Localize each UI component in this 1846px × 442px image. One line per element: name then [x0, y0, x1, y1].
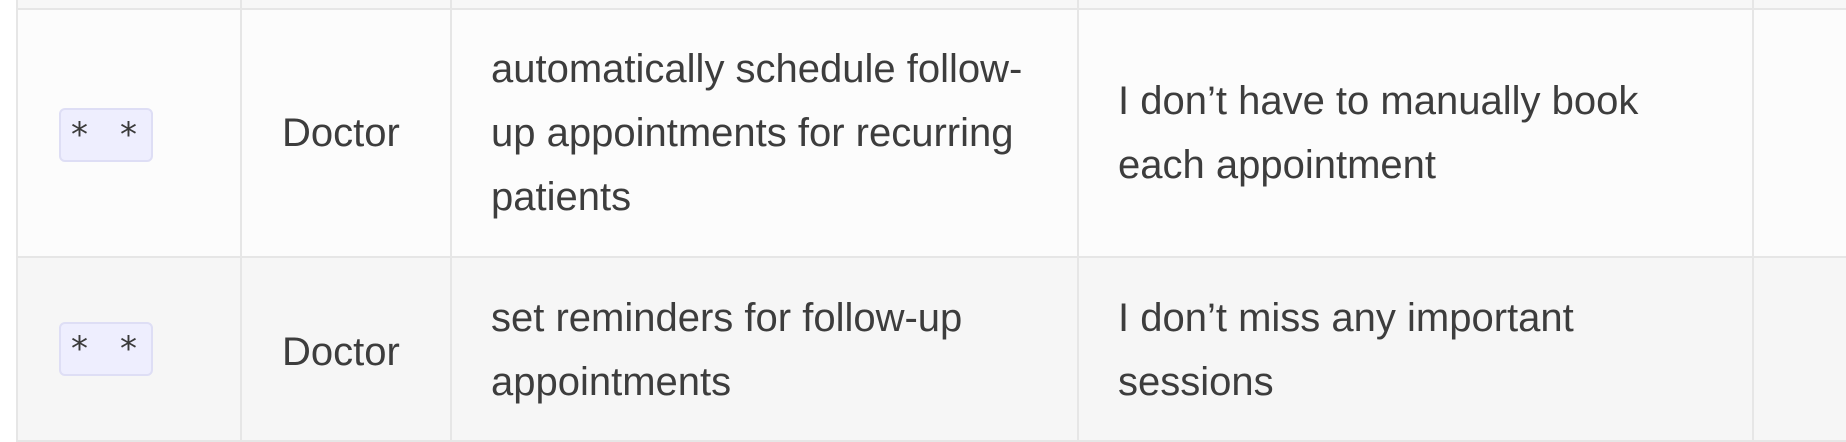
goal-text: automatically schedule follow-up appoint… [491, 47, 1023, 219]
user-stories-table: * * Doctor automatically schedule follow… [16, 0, 1846, 442]
priority-badge: * * [59, 322, 153, 376]
benefit-text: I don’t miss any important sessions [1118, 296, 1574, 404]
goal-cell: set reminders for follow-up appointments [450, 256, 1079, 442]
table-row: * * Doctor automatically schedule follow… [16, 8, 1846, 258]
priority-badge: * * [59, 108, 153, 162]
goal-text: set reminders for follow-up appointments [491, 296, 963, 404]
role-cell: Doctor [240, 8, 452, 258]
benefit-text: I don’t have to manually book each appoi… [1118, 79, 1639, 187]
table-row-previous-partial [16, 0, 1846, 10]
role-text: Doctor [282, 111, 400, 155]
empty-cell [1752, 8, 1846, 258]
priority-cell: * * [16, 8, 242, 258]
role-text: Doctor [282, 330, 400, 374]
benefit-cell: I don’t miss any important sessions [1077, 256, 1754, 442]
empty-cell [1752, 256, 1846, 442]
role-cell: Doctor [240, 256, 452, 442]
goal-cell: automatically schedule follow-up appoint… [450, 8, 1079, 258]
priority-cell: * * [16, 256, 242, 442]
benefit-cell: I don’t have to manually book each appoi… [1077, 8, 1754, 258]
table-row: * * Doctor set reminders for follow-up a… [16, 256, 1846, 442]
user-stories-table-container: * * Doctor automatically schedule follow… [16, 0, 1846, 442]
